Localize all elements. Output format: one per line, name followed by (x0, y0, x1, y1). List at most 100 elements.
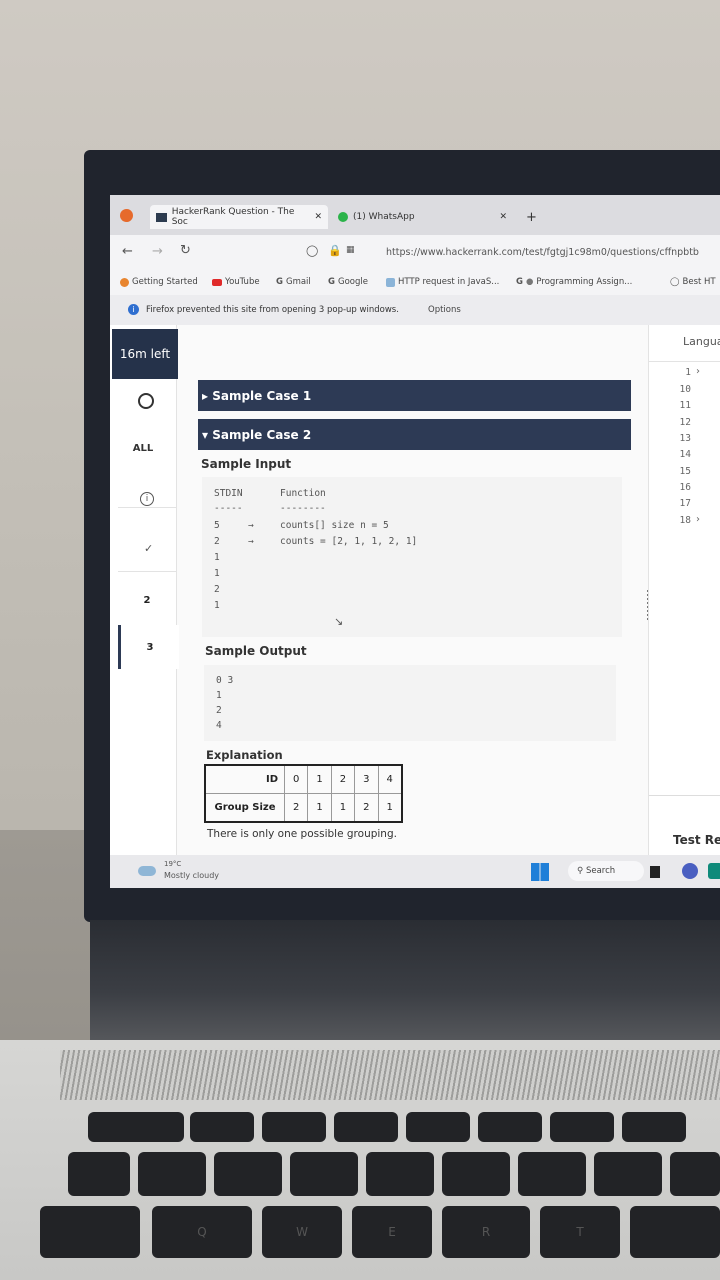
mouse-cursor-icon: ↘ (334, 615, 344, 628)
sample-case-1-header[interactable]: ▸ Sample Case 1 (198, 380, 631, 411)
firefox-icon (120, 277, 129, 287)
keyboard-key (138, 1152, 206, 1196)
bookmark-gmail[interactable]: G Gmail (276, 277, 311, 287)
tab-hackerrank[interactable]: HackerRank Question - The Soc ✕ (150, 205, 328, 229)
question-2-button[interactable]: 2 (118, 578, 176, 622)
keyboard-key (406, 1112, 470, 1142)
table-header-cell: ID (204, 764, 285, 794)
keyboard-key (88, 1112, 184, 1142)
function-dashes: -------- (280, 503, 326, 514)
bookmark-programming-assign[interactable]: G ● Programming Assign... (516, 277, 632, 287)
globe-icon: ◯ (670, 277, 680, 287)
task-view-icon[interactable] (650, 866, 660, 878)
lock-icon[interactable]: 🔒 (328, 244, 342, 257)
bookmark-google[interactable]: G Google (328, 277, 368, 287)
bookmark-label: Programming Assign... (536, 277, 633, 287)
divider (118, 571, 176, 572)
teams-chat-icon[interactable] (682, 863, 698, 879)
line-number: 13 (679, 433, 691, 444)
hackerrank-favicon-icon (156, 212, 167, 222)
explanation-title: Explanation (206, 748, 283, 762)
browser-nav-bar: ← → ↻ ◯ 🔒 ▦ https://www.hackerrank.com/t… (110, 235, 720, 271)
input-value: 2 (214, 584, 220, 595)
options-button[interactable]: Options (428, 305, 461, 315)
bookmark-getting-started[interactable]: Getting Started (120, 277, 198, 287)
keyboard-key (630, 1206, 720, 1258)
fold-arrow-icon[interactable]: › (696, 514, 700, 525)
line-number: 11 (679, 400, 691, 411)
keyboard-key (290, 1152, 358, 1196)
keyboard-key (442, 1152, 510, 1196)
taskbar-search[interactable]: ⚲ Search (568, 861, 644, 881)
clock-icon[interactable] (138, 393, 154, 409)
function-header: Function (280, 488, 326, 499)
key-r: R (442, 1206, 530, 1258)
windows-start-icon[interactable] (531, 863, 549, 881)
sample-case-2-header[interactable]: ▾ Sample Case 2 (198, 419, 631, 450)
keyboard-key (622, 1112, 686, 1142)
all-questions-label[interactable]: ALL (110, 443, 176, 454)
line-number: 15 (679, 466, 691, 477)
new-tab-button[interactable]: + (526, 205, 537, 229)
input-function: counts[] size n = 5 (280, 520, 389, 531)
language-label[interactable]: Langua (683, 335, 720, 348)
laptop-screen: HackerRank Question - The Soc ✕ (1) What… (110, 195, 720, 888)
stdin-dashes: ----- (214, 503, 243, 514)
bookmark-best-ht[interactable]: ◯ Best HT (670, 277, 716, 287)
table-cell: 1 (307, 793, 332, 823)
table-cell: 0 (283, 764, 309, 794)
question-3-button[interactable]: 3 (118, 625, 179, 669)
close-icon[interactable]: ✕ (314, 212, 322, 222)
arrow-icon: → (248, 536, 254, 547)
divider (649, 795, 720, 796)
firefox-icon[interactable] (120, 209, 133, 222)
laptop-hinge (90, 920, 720, 1040)
line-number: 17 (679, 498, 691, 509)
permissions-icon[interactable]: ▦ (346, 245, 355, 255)
test-results-tab[interactable]: Test Re (673, 833, 720, 847)
keyboard-key (670, 1152, 720, 1196)
close-icon[interactable]: ✕ (500, 212, 508, 222)
input-function: counts = [2, 1, 1, 2, 1] (280, 536, 418, 547)
bookmark-http-request[interactable]: HTTP request in JavaS... (386, 277, 499, 287)
weather-icon[interactable] (138, 866, 156, 876)
windows-taskbar: 19°C Mostly cloudy ⚲ Search (110, 855, 720, 888)
line-number: 16 (679, 482, 691, 493)
keyboard-key (262, 1112, 326, 1142)
time-remaining: 16m left (112, 329, 178, 379)
keyboard-key (550, 1112, 614, 1142)
sample-output-box (204, 665, 616, 741)
reload-icon[interactable]: ↻ (180, 243, 191, 258)
browser-tab-bar: HackerRank Question - The Soc ✕ (1) What… (110, 195, 720, 235)
keyboard-key (214, 1152, 282, 1196)
info-icon[interactable]: i (140, 492, 154, 506)
forward-arrow-icon[interactable]: → (152, 244, 163, 259)
divider (649, 361, 720, 362)
bookmark-youtube[interactable]: YouTube (212, 277, 260, 287)
back-arrow-icon[interactable]: ← (122, 244, 133, 259)
stdin-header: STDIN (214, 488, 243, 499)
fold-arrow-icon[interactable]: › (696, 366, 700, 377)
arrow-icon: → (248, 520, 254, 531)
bookmark-label: HTTP request in JavaS... (398, 277, 500, 287)
input-value: 5 (214, 520, 220, 531)
youtube-icon (212, 278, 222, 286)
bookmarks-bar: Getting Started YouTube G Gmail G Google H… (110, 271, 720, 295)
divider (118, 507, 176, 508)
table-cell: 2 (330, 764, 356, 794)
bookmark-label: Gmail (285, 277, 311, 287)
notice-text: Firefox prevented this site from opening… (146, 305, 399, 315)
explanation-text: There is only one possible grouping. (207, 828, 397, 840)
weather-temp[interactable]: 19°C (164, 860, 181, 868)
tab-whatsapp[interactable]: (1) WhatsApp ✕ (338, 205, 538, 229)
app-icon[interactable] (708, 863, 720, 879)
url-bar[interactable]: https://www.hackerrank.com/test/fgtgj1c9… (386, 247, 699, 258)
sample-output-title: Sample Output (205, 644, 307, 658)
line-number: 12 (679, 417, 691, 428)
weather-desc[interactable]: Mostly cloudy (164, 871, 219, 880)
table-row: ID 0 1 2 3 4 (204, 764, 403, 794)
keyboard-key (594, 1152, 662, 1196)
shield-icon[interactable]: ◯ (306, 244, 318, 257)
google-icon: G (328, 277, 335, 287)
output-line: 0 3 (216, 675, 234, 686)
